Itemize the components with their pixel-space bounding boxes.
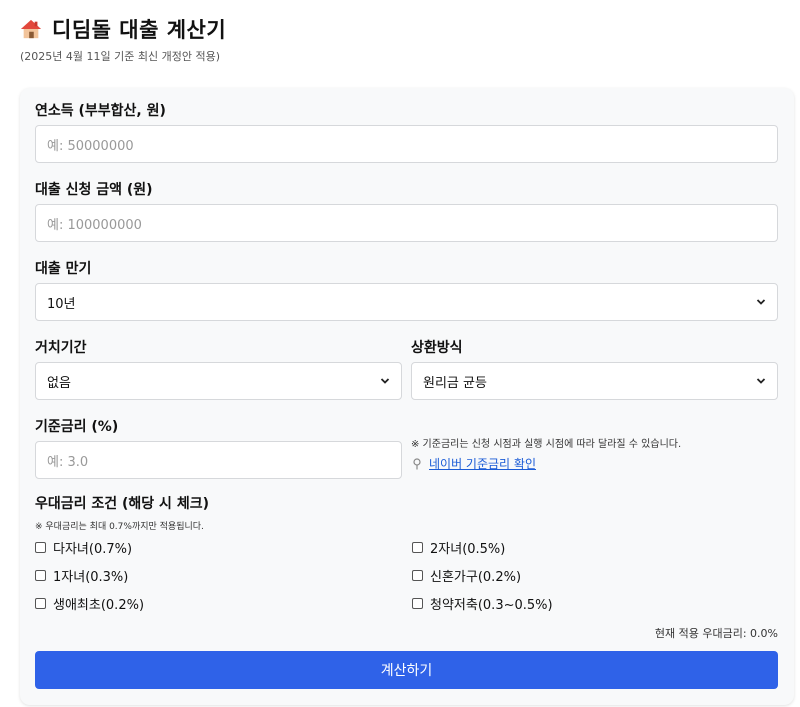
term-select-value: 10년 — [47, 296, 76, 312]
checkbox-first-home[interactable]: 생애최초(0.2%) — [35, 594, 412, 613]
calculator-form: 연소득 (부부합산, 원) 예: 50000000 대출 신청 금액 (원) 예… — [20, 88, 794, 705]
base-rate-input[interactable]: 예: 3.0 — [35, 441, 402, 479]
preferential-options: 다자녀(0.7%) 2자녀(0.5%) 1자녀(0.3%) 신혼가구(0.2%)… — [35, 538, 778, 613]
base-rate-row: 기준금리 (%) 예: 3.0 ※ 기준금리는 신청 시점과 실행 시점에 따라… — [35, 418, 778, 479]
checkbox-one-child[interactable]: 1자녀(0.3%) — [35, 566, 412, 585]
checkbox-label: 다자녀(0.7%) — [53, 542, 133, 557]
chevron-down-icon — [756, 378, 766, 384]
checkbox-box[interactable] — [412, 570, 423, 581]
checkbox-multi-child[interactable]: 다자녀(0.7%) — [35, 538, 412, 557]
checkbox-box[interactable] — [35, 598, 46, 609]
page-title: 디딤돌 대출 계산기 — [52, 18, 227, 42]
checkbox-label: 1자녀(0.3%) — [53, 570, 129, 585]
checkbox-label: 생애최초(0.2%) — [53, 598, 145, 613]
term-group: 대출 만기 10년 — [35, 260, 778, 321]
checkbox-label: 청약저축(0.3~0.5%) — [430, 598, 553, 613]
base-rate-label: 기준금리 (%) — [35, 419, 119, 435]
checkbox-box[interactable] — [35, 570, 46, 581]
checkbox-label: 2자녀(0.5%) — [430, 542, 506, 557]
chevron-down-icon — [380, 378, 390, 384]
term-label: 대출 만기 — [35, 261, 92, 277]
base-rate-note: ※ 기준금리는 신청 시점과 실행 시점에 따라 달라질 수 있습니다. — [411, 439, 682, 450]
checkbox-label: 신혼가구(0.2%) — [430, 570, 522, 585]
current-rate-value: 0.0% — [750, 627, 778, 640]
base-rate-info: ※ 기준금리는 신청 시점과 실행 시점에 따라 달라질 수 있습니다. 네이버… — [411, 418, 778, 472]
base-rate-group: 기준금리 (%) 예: 3.0 — [35, 418, 402, 479]
house-icon — [20, 19, 42, 39]
amount-group: 대출 신청 금액 (원) 예: 100000000 — [35, 181, 778, 242]
repay-select-value: 원리금 균등 — [423, 375, 487, 391]
title-row: 디딤돌 대출 계산기 — [20, 14, 780, 44]
calculate-button[interactable]: 계산하기 — [35, 651, 778, 689]
repay-group: 상환방식 원리금 균등 — [411, 339, 778, 400]
checkbox-newlywed[interactable]: 신혼가구(0.2%) — [412, 566, 779, 585]
preferential-title: 우대금리 조건 (해당 시 체크) — [35, 496, 209, 512]
grace-label: 거치기간 — [35, 340, 87, 356]
current-rate-label: 현재 적용 우대금리: — [654, 627, 747, 640]
income-group: 연소득 (부부합산, 원) 예: 50000000 — [35, 102, 778, 163]
current-preferential-rate: 현재 적용 우대금리: 0.0% — [35, 625, 778, 640]
income-input[interactable]: 예: 50000000 — [35, 125, 778, 163]
checkbox-box[interactable] — [412, 598, 423, 609]
preferential-note: ※ 우대금리는 최대 0.7%까지만 적용됩니다. — [35, 522, 204, 532]
amount-label: 대출 신청 금액 (원) — [35, 182, 153, 198]
grace-select[interactable]: 없음 — [35, 362, 402, 400]
chevron-down-icon — [756, 299, 766, 305]
checkbox-two-children[interactable]: 2자녀(0.5%) — [412, 538, 779, 557]
amount-input[interactable]: 예: 100000000 — [35, 204, 778, 242]
page-subtitle: (2025년 4월 11일 기준 최신 개정안 적용) — [20, 50, 220, 63]
page: 디딤돌 대출 계산기 (2025년 4월 11일 기준 최신 개정안 적용) 연… — [0, 0, 800, 705]
checkbox-box[interactable] — [35, 542, 46, 553]
income-label: 연소득 (부부합산, 원) — [35, 103, 166, 119]
grace-group: 거치기간 없음 — [35, 339, 402, 400]
repay-select[interactable]: 원리금 균등 — [411, 362, 778, 400]
checkbox-subscription-savings[interactable]: 청약저축(0.3~0.5%) — [412, 594, 779, 613]
pin-icon — [413, 457, 421, 469]
naver-rate-link[interactable]: 네이버 기준금리 확인 — [411, 455, 778, 472]
checkbox-box[interactable] — [412, 542, 423, 553]
term-select[interactable]: 10년 — [35, 283, 778, 321]
naver-rate-link-text: 네이버 기준금리 확인 — [429, 457, 536, 471]
repay-label: 상환방식 — [411, 340, 463, 356]
grace-repay-row: 거치기간 없음 상환방식 원리금 균등 — [35, 339, 778, 400]
grace-select-value: 없음 — [47, 375, 71, 391]
